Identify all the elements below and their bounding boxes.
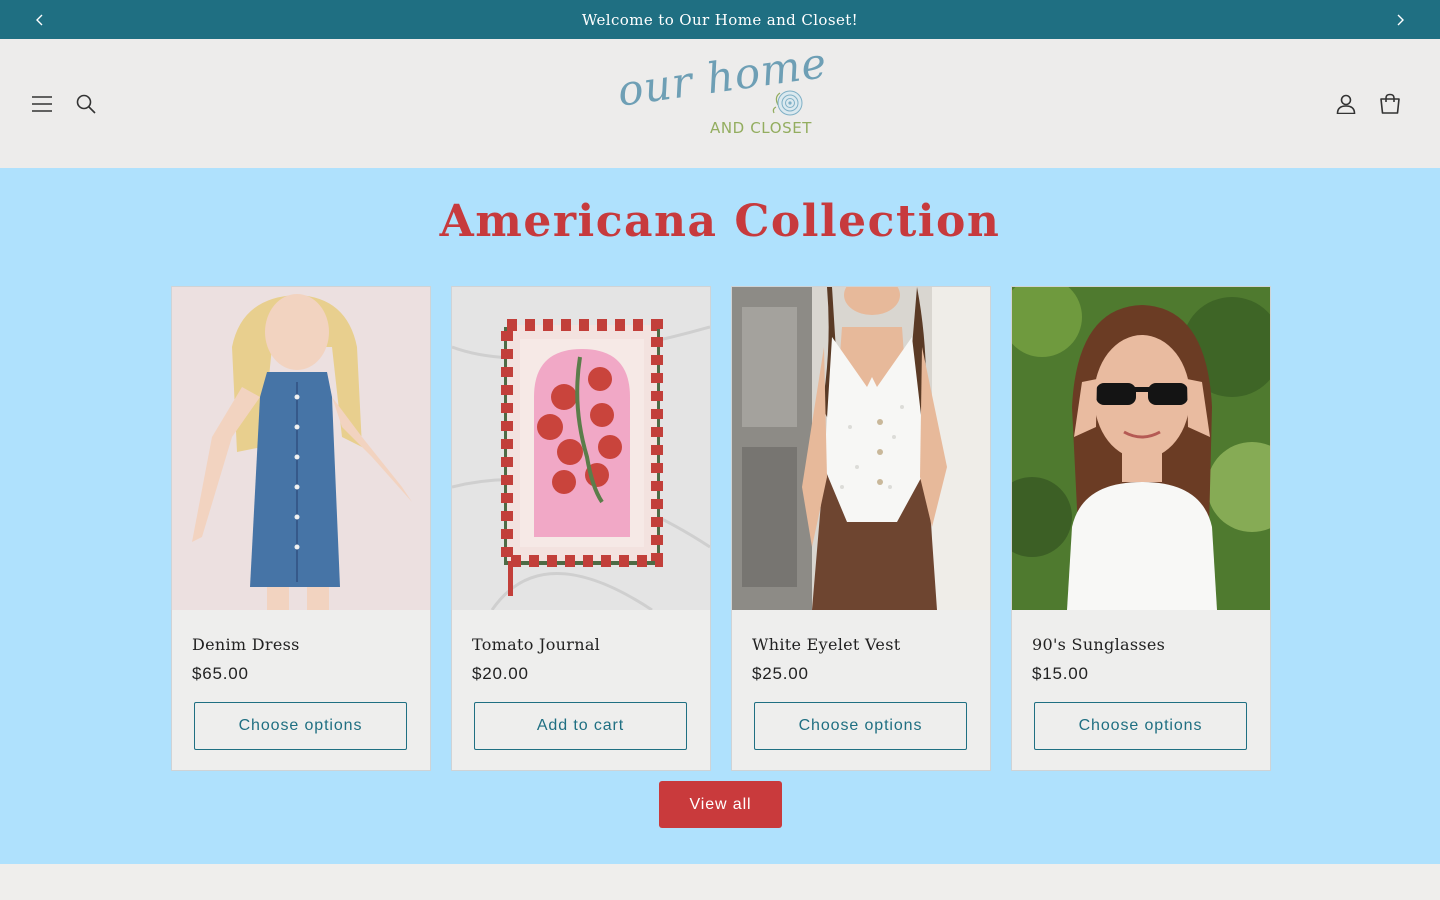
- choose-options-button[interactable]: Choose options: [194, 702, 407, 750]
- product-image-tomato-journal[interactable]: [452, 287, 710, 610]
- search-button[interactable]: [66, 84, 106, 124]
- add-to-cart-button[interactable]: Add to cart: [474, 702, 687, 750]
- product-title[interactable]: White Eyelet Vest: [752, 635, 900, 654]
- chevron-left-icon: [36, 14, 43, 25]
- product-price: $25.00: [752, 664, 809, 683]
- product-card[interactable]: 90's Sunglasses $15.00 Choose options: [1011, 286, 1271, 771]
- product-price: $15.00: [1032, 664, 1089, 683]
- product-title[interactable]: Tomato Journal: [472, 635, 600, 654]
- announcement-text: Welcome to Our Home and Closet!: [581, 10, 859, 29]
- rose-icon: [772, 90, 803, 116]
- announcement-prev-button[interactable]: [20, 0, 60, 39]
- search-icon: [76, 94, 96, 114]
- collection-title: Americana Collection: [439, 196, 1001, 247]
- product-title[interactable]: 90's Sunglasses: [1032, 635, 1165, 654]
- choose-options-button[interactable]: Choose options: [754, 702, 967, 750]
- hamburger-menu-icon: [32, 96, 52, 112]
- choose-options-button[interactable]: Choose options: [1034, 702, 1247, 750]
- next-section-strip: [0, 864, 1440, 900]
- logo-subtitle: AND CLOSET: [710, 119, 813, 137]
- product-card[interactable]: White Eyelet Vest $25.00 Choose options: [731, 286, 991, 771]
- product-image-90s-sunglasses[interactable]: [1012, 287, 1270, 610]
- featured-collection: Americana Collection Denim Dress $65.00 …: [0, 168, 1440, 864]
- announcement-next-button[interactable]: [1380, 0, 1420, 39]
- product-image-white-eyelet-vest[interactable]: [732, 287, 990, 610]
- site-logo[interactable]: our home AND CLOSET: [614, 38, 831, 149]
- product-price: $20.00: [472, 664, 529, 683]
- announcement-bar: Welcome to Our Home and Closet!: [0, 0, 1440, 39]
- product-price: $65.00: [192, 664, 249, 683]
- cart-icon: [1380, 93, 1400, 114]
- account-button[interactable]: [1326, 84, 1366, 124]
- chevron-right-icon: [1397, 14, 1404, 25]
- cart-button[interactable]: [1370, 84, 1410, 124]
- product-card[interactable]: Denim Dress $65.00 Choose options: [171, 286, 431, 771]
- product-card[interactable]: Tomato Journal $20.00 Add to cart: [451, 286, 711, 771]
- product-image-denim-dress[interactable]: [172, 287, 430, 610]
- menu-button[interactable]: [22, 84, 62, 124]
- product-title[interactable]: Denim Dress: [192, 635, 300, 654]
- view-all-button[interactable]: View all: [659, 781, 782, 828]
- site-header: our home AND CLOSET: [0, 38, 1440, 168]
- account-icon: [1336, 94, 1356, 114]
